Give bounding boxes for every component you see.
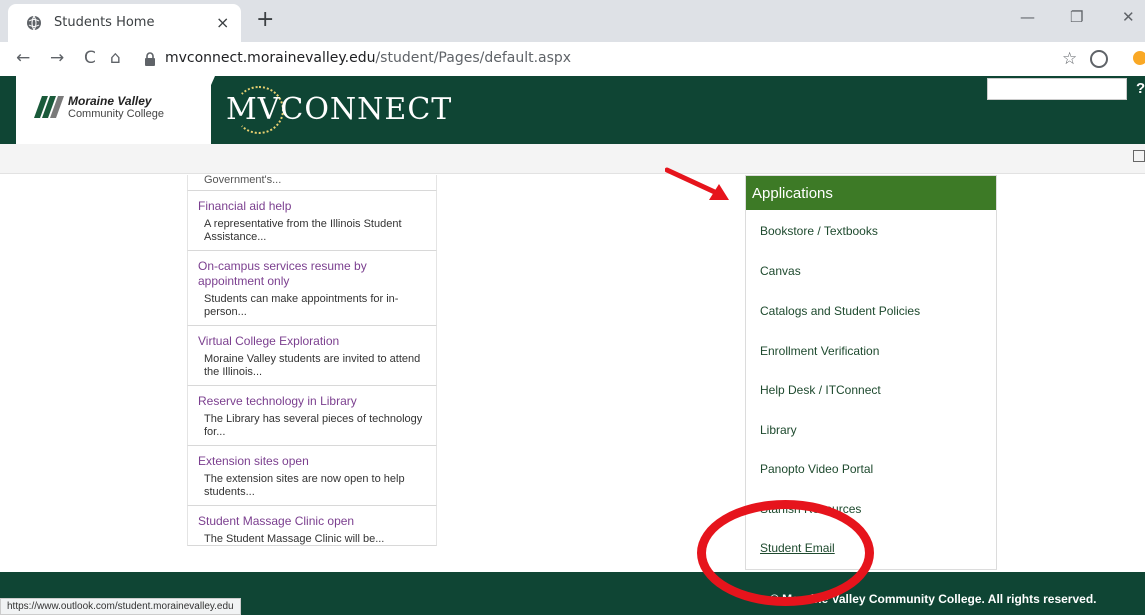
app-link-canvas[interactable]: Canvas: [760, 264, 801, 278]
logo-line-1: Moraine Valley: [68, 94, 152, 108]
url-path: /student/Pages/default.aspx: [375, 50, 572, 66]
minimize-button[interactable]: —: [1020, 8, 1035, 26]
ribbon-bar: [0, 144, 1145, 174]
app-link-library[interactable]: Library: [760, 423, 797, 437]
news-summary: Students can make appointments for in-pe…: [204, 293, 399, 318]
logo-line-2: Community College: [68, 108, 164, 120]
reload-icon[interactable]: C: [84, 48, 96, 68]
app-link-catalogs[interactable]: Catalogs and Student Policies: [760, 304, 920, 318]
help-icon[interactable]: ?: [1136, 80, 1145, 97]
logo-mark-icon: [34, 96, 64, 118]
back-icon[interactable]: ←: [16, 48, 30, 68]
window-close-button[interactable]: ✕: [1122, 8, 1135, 26]
news-title[interactable]: Reserve technology in Library: [198, 394, 426, 409]
news-truncated-item: Government's...: [187, 175, 437, 191]
app-link-help-desk[interactable]: Help Desk / ITConnect: [760, 383, 881, 397]
news-item[interactable]: On-campus services resume by appointment…: [187, 251, 437, 326]
college-logo[interactable]: Moraine Valley Community College: [16, 76, 211, 144]
restore-button[interactable]: ❐: [1070, 8, 1083, 26]
browser-tab[interactable]: Students Home ×: [8, 4, 241, 42]
news-summary: The Library has several pieces of techno…: [204, 413, 423, 438]
news-summary: The Student Massage Clinic will be...: [204, 533, 385, 545]
update-alert-icon[interactable]: [1133, 51, 1145, 65]
news-summary: The extension sites are now open to help…: [204, 473, 405, 498]
news-title[interactable]: Student Massage Clinic open: [198, 514, 426, 529]
news-title[interactable]: Extension sites open: [198, 454, 426, 469]
news-item[interactable]: Student Massage Clinic open The Student …: [187, 506, 437, 546]
news-item[interactable]: Reserve technology in Library The Librar…: [187, 386, 437, 446]
tab-title: Students Home: [54, 15, 155, 30]
news-title[interactable]: On-campus services resume by appointment…: [198, 259, 426, 289]
focus-content-icon[interactable]: [1133, 150, 1145, 162]
app-link-bookstore[interactable]: Bookstore / Textbooks: [760, 224, 878, 238]
site-search-input[interactable]: [987, 78, 1127, 100]
red-arrow-annotation: [665, 167, 729, 200]
news-summary: A representative from the Illinois Stude…: [204, 218, 402, 243]
news-item[interactable]: Extension sites open The extension sites…: [187, 446, 437, 506]
home-icon[interactable]: ⌂: [110, 48, 121, 68]
news-item[interactable]: Financial aid help A representative from…: [187, 191, 437, 251]
browser-tab-strip: Students Home × + — ❐ ✕: [0, 0, 1145, 42]
url-host: mvconnect.morainevalley.edu: [165, 50, 376, 66]
app-link-panopto[interactable]: Panopto Video Portal: [760, 462, 873, 476]
close-tab-icon[interactable]: ×: [216, 13, 229, 32]
header-divider: [185, 76, 215, 144]
globe-icon: [27, 15, 41, 31]
lock-icon: [145, 52, 155, 66]
news-title[interactable]: Financial aid help: [198, 199, 426, 214]
profile-icon[interactable]: [1090, 50, 1108, 68]
app-link-enrollment-verification[interactable]: Enrollment Verification: [760, 344, 879, 358]
red-circle-annotation: [697, 500, 874, 606]
news-list: Government's... Financial aid help A rep…: [187, 175, 437, 546]
address-bar-row: ← → C ⌂ mvconnect.morainevalley.edu/stud…: [0, 42, 1145, 76]
bookmark-star-icon[interactable]: ☆: [1062, 49, 1077, 69]
url-field[interactable]: mvconnect.morainevalley.edu/student/Page…: [165, 50, 571, 66]
new-tab-button[interactable]: +: [256, 7, 274, 32]
applications-heading: Applications: [746, 176, 996, 210]
brand-title[interactable]: MVCONNECT: [226, 92, 452, 127]
news-title[interactable]: Virtual College Exploration: [198, 334, 426, 349]
news-summary: Moraine Valley students are invited to a…: [204, 353, 421, 378]
site-header: Moraine Valley Community College MVCONNE…: [0, 76, 1145, 144]
forward-icon[interactable]: →: [50, 48, 64, 68]
news-item[interactable]: Virtual College Exploration Moraine Vall…: [187, 326, 437, 386]
link-status-bar: https://www.outlook.com/student.morainev…: [0, 598, 241, 615]
